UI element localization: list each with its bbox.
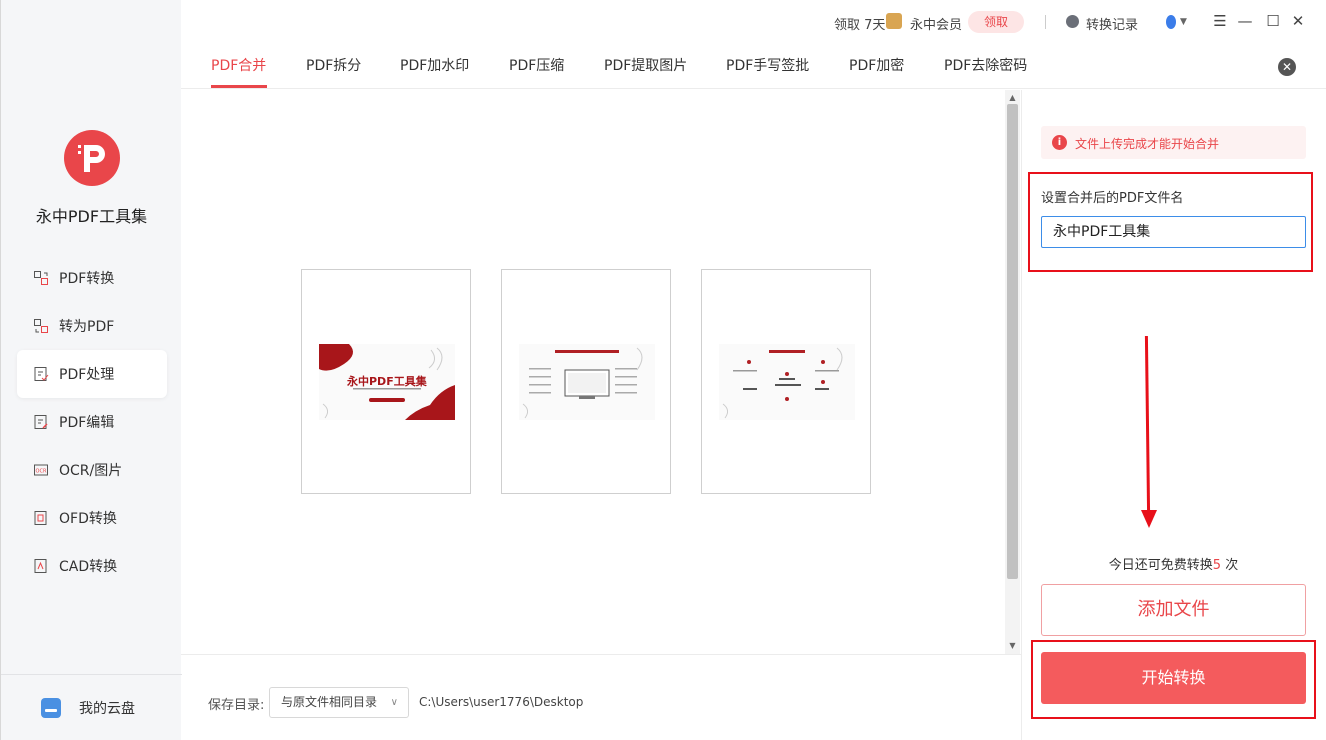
to-pdf-icon	[33, 318, 49, 334]
claim-button[interactable]: 领取	[968, 11, 1024, 33]
sidebar-item-cad[interactable]: CAD转换	[17, 542, 167, 590]
menu-icon[interactable]: ☰	[1211, 12, 1229, 30]
promo-text[interactable]: 领取 7天	[834, 14, 885, 33]
minimize-icon[interactable]: —	[1236, 12, 1254, 30]
free-count-prefix: 今日还可免费转换	[1108, 558, 1213, 573]
footer-divider	[181, 654, 1021, 655]
output-filename-value: 永中PDF工具集	[1053, 224, 1151, 240]
sidebar-item-label: OCR/图片	[59, 463, 123, 479]
add-file-button[interactable]: 添加文件	[1041, 584, 1306, 636]
annotation-arrow-head	[1141, 510, 1157, 528]
close-icon[interactable]: ✕	[1278, 58, 1296, 76]
active-tab-indicator	[211, 85, 267, 88]
filename-label: 设置合并后的PDF文件名	[1041, 191, 1184, 206]
cloud-disk-icon	[41, 697, 61, 718]
divider	[1045, 15, 1046, 29]
tab-pdf-compress[interactable]: PDF压缩	[509, 55, 564, 75]
history-clock-icon[interactable]	[1066, 15, 1079, 28]
page-image: 永中PDF工具集	[319, 344, 455, 420]
tab-pdf-merge[interactable]: PDF合并	[211, 55, 266, 75]
pdf-page-thumbnail[interactable]: 永中PDF工具集	[301, 269, 471, 494]
member-crown-icon	[886, 13, 902, 29]
page-title-text: 永中PDF工具集	[347, 375, 427, 388]
pdf-page-thumbnail[interactable]	[501, 269, 671, 494]
start-convert-button[interactable]: 开始转换	[1041, 652, 1306, 704]
notice-text: 文件上传完成才能开始合并	[1075, 137, 1220, 151]
sidebar-item-label: PDF编辑	[59, 415, 115, 431]
tab-pdf-encrypt[interactable]: PDF加密	[849, 55, 904, 75]
tab-pdf-remove-password[interactable]: PDF去除密码	[944, 55, 1027, 75]
user-avatar-icon[interactable]	[1166, 15, 1176, 29]
sidebar-item-label: CAD转换	[59, 559, 118, 575]
tab-pdf-split[interactable]: PDF拆分	[306, 55, 361, 75]
tab-pdf-extract-images[interactable]: PDF提取图片	[604, 55, 687, 75]
info-icon: i	[1052, 135, 1067, 150]
sidebar-item-pdf-process[interactable]: PDF处理	[17, 350, 167, 398]
app-name: 永中PDF工具集	[35, 207, 148, 226]
pdf-process-icon	[33, 366, 49, 382]
pdf-page-thumbnail[interactable]	[701, 269, 871, 494]
free-count-suffix: 次	[1221, 558, 1239, 573]
maximize-icon[interactable]: ☐	[1264, 12, 1282, 30]
member-text[interactable]: 永中会员	[910, 14, 962, 33]
pdf-edit-icon	[33, 414, 49, 430]
tab-pdf-handwrite-sign[interactable]: PDF手写签批	[726, 55, 809, 75]
free-conversions-text: 今日还可免费转换5 次	[1021, 554, 1326, 573]
sidebar-item-label: OFD转换	[59, 511, 117, 527]
page-image	[519, 344, 655, 420]
save-directory-select[interactable]: 与原文件相同目录 ∨	[269, 687, 409, 718]
save-path-text[interactable]: C:\Users\user1776\Desktop	[419, 695, 583, 709]
sidebar-item-ofd[interactable]: OFD转换	[17, 494, 167, 542]
pdf-convert-icon	[33, 270, 49, 286]
title-bar: 领取 7天 永中会员 领取 转换记录 ▼ ☰ — ☐ ✕	[181, 0, 1326, 44]
sidebar-item-label: PDF处理	[59, 367, 115, 383]
cloud-disk-button[interactable]: 我的云盘	[1, 674, 182, 740]
user-menu-chevron-down-icon[interactable]: ▼	[1180, 17, 1187, 27]
app-logo-icon	[64, 130, 120, 186]
scrollbar-thumb[interactable]	[1007, 104, 1018, 579]
save-directory-label: 保存目录:	[208, 698, 265, 713]
save-directory-value: 与原文件相同目录	[281, 695, 378, 709]
cad-icon	[33, 558, 49, 574]
chevron-down-icon: ∨	[390, 697, 398, 708]
sidebar: 永中PDF工具集 PDF转换 转为PDF PDF处理 PDF编辑 OCR OCR…	[0, 0, 182, 740]
sidebar-nav: PDF转换 转为PDF PDF处理 PDF编辑 OCR OCR/图片 OFD转换…	[17, 254, 167, 590]
scroll-down-icon[interactable]: ▼	[1007, 641, 1018, 650]
scroll-up-icon[interactable]: ▲	[1007, 93, 1018, 102]
ocr-icon: OCR	[33, 462, 49, 478]
cloud-disk-label: 我的云盘	[79, 700, 135, 717]
sidebar-item-ocr[interactable]: OCR OCR/图片	[17, 446, 167, 494]
upload-notice: i 文件上传完成才能开始合并	[1041, 126, 1306, 159]
function-tabs: PDF合并 PDF拆分 PDF加水印 PDF压缩 PDF提取图片 PDF手写签批…	[181, 44, 1326, 89]
history-link[interactable]: 转换记录	[1086, 14, 1138, 33]
page-image	[719, 344, 855, 420]
sidebar-item-label: PDF转换	[59, 271, 115, 287]
svg-text:OCR: OCR	[36, 469, 47, 475]
sidebar-item-pdf-convert[interactable]: PDF转换	[17, 254, 167, 302]
tab-pdf-watermark[interactable]: PDF加水印	[400, 55, 469, 75]
sidebar-item-to-pdf[interactable]: 转为PDF	[17, 302, 167, 350]
ofd-icon	[33, 510, 49, 526]
sidebar-item-label: 转为PDF	[59, 319, 115, 335]
free-count-number: 5	[1212, 558, 1222, 573]
close-window-icon[interactable]: ✕	[1289, 12, 1307, 30]
output-filename-input[interactable]: 永中PDF工具集	[1041, 216, 1306, 248]
sidebar-item-pdf-edit[interactable]: PDF编辑	[17, 398, 167, 446]
